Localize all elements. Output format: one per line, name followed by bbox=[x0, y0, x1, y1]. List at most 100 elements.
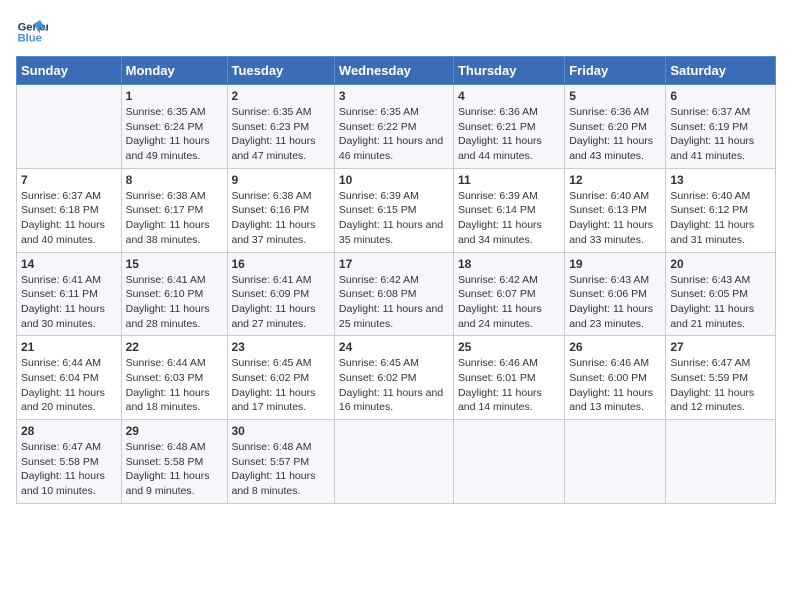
calendar-cell: 20 Sunrise: 6:43 AMSunset: 6:05 PMDayligh… bbox=[666, 252, 776, 336]
calendar-cell: 15 Sunrise: 6:41 AMSunset: 6:10 PMDayligh… bbox=[121, 252, 227, 336]
cell-content: Sunrise: 6:35 AMSunset: 6:22 PMDaylight:… bbox=[339, 105, 449, 164]
svg-text:Blue: Blue bbox=[18, 33, 42, 45]
logo-icon: General Blue bbox=[16, 16, 48, 48]
cell-content: Sunrise: 6:36 AMSunset: 6:20 PMDaylight:… bbox=[569, 105, 661, 164]
calendar-cell bbox=[565, 420, 666, 504]
cell-content: Sunrise: 6:41 AMSunset: 6:11 PMDaylight:… bbox=[21, 273, 117, 332]
calendar-cell bbox=[334, 420, 453, 504]
day-number: 7 bbox=[21, 173, 117, 187]
cell-content: Sunrise: 6:46 AMSunset: 6:01 PMDaylight:… bbox=[458, 356, 560, 415]
cell-content: Sunrise: 6:40 AMSunset: 6:13 PMDaylight:… bbox=[569, 189, 661, 248]
calendar-cell bbox=[666, 420, 776, 504]
cell-content: Sunrise: 6:41 AMSunset: 6:10 PMDaylight:… bbox=[126, 273, 223, 332]
calendar-cell: 17 Sunrise: 6:42 AMSunset: 6:08 PMDayligh… bbox=[334, 252, 453, 336]
day-number: 30 bbox=[232, 424, 330, 438]
column-header-monday: Monday bbox=[121, 57, 227, 85]
day-number: 14 bbox=[21, 257, 117, 271]
cell-content: Sunrise: 6:39 AMSunset: 6:15 PMDaylight:… bbox=[339, 189, 449, 248]
calendar-cell: 3 Sunrise: 6:35 AMSunset: 6:22 PMDaylight… bbox=[334, 85, 453, 169]
column-header-wednesday: Wednesday bbox=[334, 57, 453, 85]
day-number: 2 bbox=[232, 89, 330, 103]
cell-content: Sunrise: 6:41 AMSunset: 6:09 PMDaylight:… bbox=[232, 273, 330, 332]
column-header-thursday: Thursday bbox=[453, 57, 564, 85]
calendar-cell: 28 Sunrise: 6:47 AMSunset: 5:58 PMDayligh… bbox=[17, 420, 122, 504]
calendar-cell: 22 Sunrise: 6:44 AMSunset: 6:03 PMDayligh… bbox=[121, 336, 227, 420]
day-number: 27 bbox=[670, 340, 771, 354]
day-number: 22 bbox=[126, 340, 223, 354]
cell-content: Sunrise: 6:37 AMSunset: 6:18 PMDaylight:… bbox=[21, 189, 117, 248]
cell-content: Sunrise: 6:38 AMSunset: 6:17 PMDaylight:… bbox=[126, 189, 223, 248]
calendar-week-3: 14 Sunrise: 6:41 AMSunset: 6:11 PMDayligh… bbox=[17, 252, 776, 336]
column-header-friday: Friday bbox=[565, 57, 666, 85]
calendar-cell: 21 Sunrise: 6:44 AMSunset: 6:04 PMDayligh… bbox=[17, 336, 122, 420]
calendar-cell: 29 Sunrise: 6:48 AMSunset: 5:58 PMDayligh… bbox=[121, 420, 227, 504]
cell-content: Sunrise: 6:45 AMSunset: 6:02 PMDaylight:… bbox=[339, 356, 449, 415]
day-number: 19 bbox=[569, 257, 661, 271]
cell-content: Sunrise: 6:44 AMSunset: 6:04 PMDaylight:… bbox=[21, 356, 117, 415]
day-number: 12 bbox=[569, 173, 661, 187]
calendar-cell: 11 Sunrise: 6:39 AMSunset: 6:14 PMDayligh… bbox=[453, 168, 564, 252]
day-number: 9 bbox=[232, 173, 330, 187]
calendar-cell: 24Sunrise: 6:45 AMSunset: 6:02 PMDayligh… bbox=[334, 336, 453, 420]
logo: General Blue bbox=[16, 16, 52, 48]
cell-content: Sunrise: 6:36 AMSunset: 6:21 PMDaylight:… bbox=[458, 105, 560, 164]
cell-content: Sunrise: 6:48 AMSunset: 5:58 PMDaylight:… bbox=[126, 440, 223, 499]
calendar-cell: 12 Sunrise: 6:40 AMSunset: 6:13 PMDayligh… bbox=[565, 168, 666, 252]
cell-content: Sunrise: 6:43 AMSunset: 6:05 PMDaylight:… bbox=[670, 273, 771, 332]
day-number: 11 bbox=[458, 173, 560, 187]
cell-content: Sunrise: 6:38 AMSunset: 6:16 PMDaylight:… bbox=[232, 189, 330, 248]
day-number: 29 bbox=[126, 424, 223, 438]
calendar-week-5: 28 Sunrise: 6:47 AMSunset: 5:58 PMDayligh… bbox=[17, 420, 776, 504]
column-header-tuesday: Tuesday bbox=[227, 57, 334, 85]
cell-content: Sunrise: 6:44 AMSunset: 6:03 PMDaylight:… bbox=[126, 356, 223, 415]
cell-content: Sunrise: 6:39 AMSunset: 6:14 PMDaylight:… bbox=[458, 189, 560, 248]
day-number: 23 bbox=[232, 340, 330, 354]
calendar-cell: 8 Sunrise: 6:38 AMSunset: 6:17 PMDaylight… bbox=[121, 168, 227, 252]
calendar-cell: 25Sunrise: 6:46 AMSunset: 6:01 PMDayligh… bbox=[453, 336, 564, 420]
calendar-cell bbox=[17, 85, 122, 169]
day-number: 18 bbox=[458, 257, 560, 271]
calendar-cell: 18 Sunrise: 6:42 AMSunset: 6:07 PMDayligh… bbox=[453, 252, 564, 336]
cell-content: Sunrise: 6:48 AMSunset: 5:57 PMDaylight:… bbox=[232, 440, 330, 499]
cell-content: Sunrise: 6:42 AMSunset: 6:07 PMDaylight:… bbox=[458, 273, 560, 332]
day-number: 13 bbox=[670, 173, 771, 187]
cell-content: Sunrise: 6:37 AMSunset: 6:19 PMDaylight:… bbox=[670, 105, 771, 164]
day-number: 6 bbox=[670, 89, 771, 103]
day-number: 26 bbox=[569, 340, 661, 354]
day-number: 5 bbox=[569, 89, 661, 103]
cell-content: Sunrise: 6:35 AMSunset: 6:23 PMDaylight:… bbox=[232, 105, 330, 164]
day-number: 20 bbox=[670, 257, 771, 271]
calendar-week-2: 7 Sunrise: 6:37 AMSunset: 6:18 PMDaylight… bbox=[17, 168, 776, 252]
calendar-cell: 2 Sunrise: 6:35 AMSunset: 6:23 PMDaylight… bbox=[227, 85, 334, 169]
day-number: 16 bbox=[232, 257, 330, 271]
day-number: 15 bbox=[126, 257, 223, 271]
calendar-cell: 30 Sunrise: 6:48 AMSunset: 5:57 PMDayligh… bbox=[227, 420, 334, 504]
calendar-cell: 6 Sunrise: 6:37 AMSunset: 6:19 PMDaylight… bbox=[666, 85, 776, 169]
cell-content: Sunrise: 6:43 AMSunset: 6:06 PMDaylight:… bbox=[569, 273, 661, 332]
calendar-body: 1Sunrise: 6:35 AMSunset: 6:24 PMDaylight… bbox=[17, 85, 776, 504]
calendar-cell: 14 Sunrise: 6:41 AMSunset: 6:11 PMDayligh… bbox=[17, 252, 122, 336]
day-number: 8 bbox=[126, 173, 223, 187]
calendar-cell: 9 Sunrise: 6:38 AMSunset: 6:16 PMDaylight… bbox=[227, 168, 334, 252]
calendar-cell: 1Sunrise: 6:35 AMSunset: 6:24 PMDaylight… bbox=[121, 85, 227, 169]
calendar-cell: 23Sunrise: 6:45 AMSunset: 6:02 PMDayligh… bbox=[227, 336, 334, 420]
day-number: 10 bbox=[339, 173, 449, 187]
header: General Blue bbox=[16, 16, 776, 48]
day-number: 21 bbox=[21, 340, 117, 354]
column-header-sunday: Sunday bbox=[17, 57, 122, 85]
calendar-header-row: SundayMondayTuesdayWednesdayThursdayFrid… bbox=[17, 57, 776, 85]
calendar-cell: 7 Sunrise: 6:37 AMSunset: 6:18 PMDaylight… bbox=[17, 168, 122, 252]
day-number: 28 bbox=[21, 424, 117, 438]
calendar-cell: 26Sunrise: 6:46 AMSunset: 6:00 PMDayligh… bbox=[565, 336, 666, 420]
calendar-cell: 4 Sunrise: 6:36 AMSunset: 6:21 PMDaylight… bbox=[453, 85, 564, 169]
calendar-cell: 10 Sunrise: 6:39 AMSunset: 6:15 PMDayligh… bbox=[334, 168, 453, 252]
calendar-cell bbox=[453, 420, 564, 504]
calendar-cell: 27Sunrise: 6:47 AMSunset: 5:59 PMDayligh… bbox=[666, 336, 776, 420]
calendar-table: SundayMondayTuesdayWednesdayThursdayFrid… bbox=[16, 56, 776, 504]
cell-content: Sunrise: 6:42 AMSunset: 6:08 PMDaylight:… bbox=[339, 273, 449, 332]
cell-content: Sunrise: 6:47 AMSunset: 5:58 PMDaylight:… bbox=[21, 440, 117, 499]
day-number: 3 bbox=[339, 89, 449, 103]
calendar-cell: 16 Sunrise: 6:41 AMSunset: 6:09 PMDayligh… bbox=[227, 252, 334, 336]
day-number: 17 bbox=[339, 257, 449, 271]
day-number: 4 bbox=[458, 89, 560, 103]
